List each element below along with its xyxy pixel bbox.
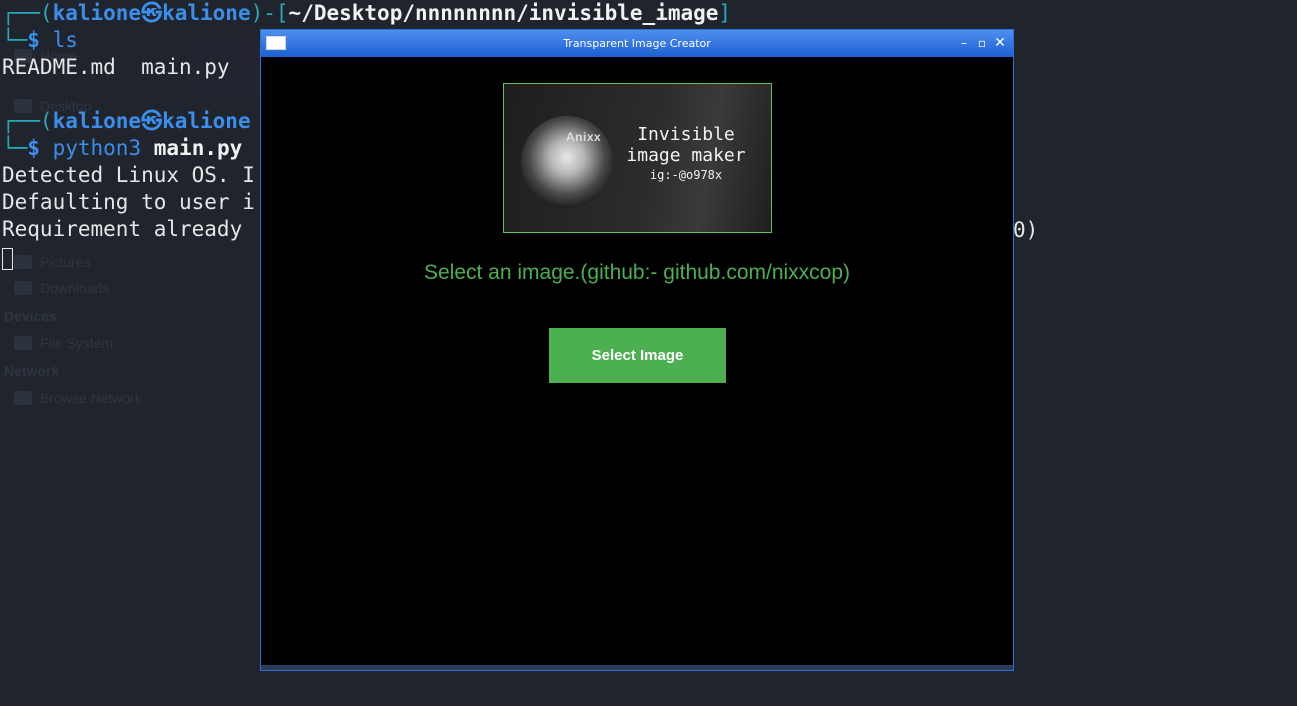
app-window[interactable]: Transparent Image Creator – ▫ ✕ Anixx In… (260, 29, 1014, 671)
background-file-manager: Home Desktop Pictures Downloads Devices … (0, 0, 260, 706)
window-titlebar[interactable]: Transparent Image Creator – ▫ ✕ (261, 30, 1013, 57)
command-line-2: └─$ python3 main.py (2, 136, 243, 160)
close-icon[interactable]: ✕ (993, 36, 1007, 50)
terminal-output[interactable]: ┌──(kalione㉿kalione)-[~/Desktop/nnnnnnnn… (2, 0, 731, 272)
select-image-prompt: Select an image.(github:- github.com/nix… (423, 261, 851, 284)
output-line-1: Detected Linux OS. I (2, 163, 255, 187)
banner-title: Invisible image maker (626, 124, 746, 166)
window-title: Transparent Image Creator (563, 37, 711, 50)
minimize-icon[interactable]: – (957, 36, 971, 50)
ghost-network-heading: Network (4, 363, 60, 379)
ghost-item-filesystem: File System (14, 335, 113, 351)
ghost-item-network: Browse Network (14, 390, 142, 406)
output-line-3: Requirement already (2, 217, 243, 241)
terminal-cursor (2, 245, 13, 272)
command-line-1: └─$ ls (2, 28, 78, 52)
ls-output: README.md main.py (2, 55, 230, 79)
folder-icon (14, 281, 32, 295)
window-content: Anixx Invisible image maker ig:-@o978x S… (265, 57, 1009, 665)
window-bottom-border (261, 665, 1013, 670)
select-image-button[interactable]: Select Image (549, 328, 726, 383)
maximize-icon[interactable]: ▫ (975, 36, 989, 50)
ghost-item-downloads: Downloads (14, 280, 109, 296)
avatar-logo-text: Anixx (566, 130, 602, 144)
prompt-line-1: ┌──(kalione㉿kalione)-[~/Desktop/nnnnnnnn… (2, 1, 732, 25)
output-line-3-tail: 0) (1013, 218, 1039, 242)
prompt-line-2: ┌──(kalione㉿kalione (2, 109, 251, 133)
banner-subtitle: ig:-@o978x (649, 168, 723, 182)
kali-dragon-icon: ㉿ (141, 1, 163, 25)
drive-icon (14, 336, 32, 350)
network-icon (14, 391, 32, 405)
banner-image: Anixx Invisible image maker ig:-@o978x (503, 83, 772, 233)
kali-dragon-icon: ㉿ (141, 109, 163, 133)
ghost-devices-heading: Devices (4, 308, 57, 324)
output-line-2: Defaulting to user i (2, 190, 255, 214)
